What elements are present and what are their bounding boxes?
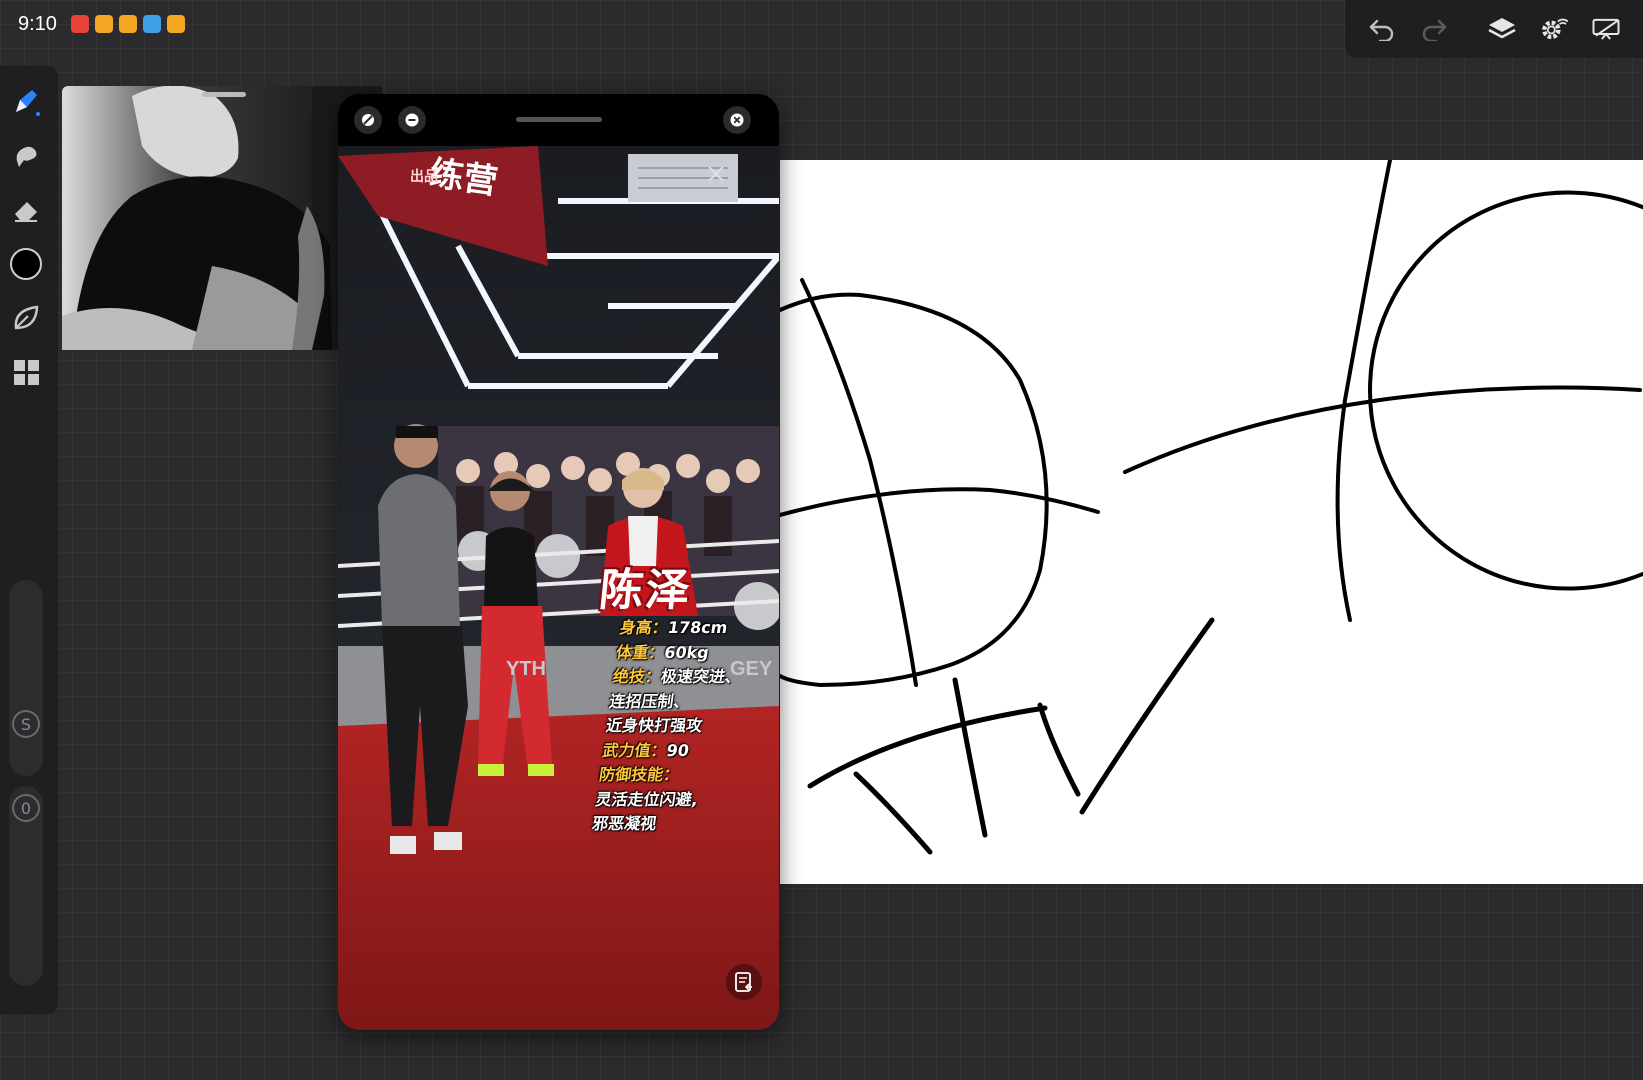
video-player[interactable]: 练营 出品 YTH GEY 陈泽 身高：178cm 体重：60kg 绝技：极速突… (338, 146, 779, 1030)
reference-drag-handle[interactable] (202, 92, 246, 97)
caption-name: 陈泽 (596, 565, 695, 616)
weibo-icon (166, 15, 185, 33)
opacity-knob[interactable]: 0 (12, 794, 40, 822)
caption-line: 身高：178cm (618, 618, 729, 637)
close-icon[interactable] (723, 106, 751, 134)
status-bar: 9:10 (18, 10, 185, 38)
caption-line: 连招压制、 (608, 691, 691, 711)
floating-video-window[interactable]: 练营 出品 YTH GEY 陈泽 身高：178cm 体重：60kg 绝技：极速突… (338, 94, 779, 1030)
brush-size-slider[interactable]: S (9, 580, 43, 776)
weibo-icon (118, 15, 137, 33)
left-toolbar: S 0 (0, 66, 58, 1014)
layers-icon[interactable] (1487, 14, 1517, 44)
settings-icon[interactable] (1539, 14, 1569, 44)
smudge-icon[interactable] (6, 136, 46, 176)
caption-line: 绝技：极速突进、 (611, 667, 743, 686)
app-notification-icon (70, 15, 89, 33)
window-drag-handle[interactable] (516, 117, 602, 122)
reference-image[interactable] (62, 86, 382, 350)
sketch-strokes (778, 158, 1643, 855)
expand-icon[interactable] (354, 106, 382, 134)
status-time: 9:10 (18, 12, 57, 35)
caption-line: 邪恶凝视 (590, 814, 658, 833)
redo-icon[interactable] (1419, 14, 1449, 44)
brush-opacity-slider[interactable]: 0 (9, 786, 43, 986)
eraser-icon[interactable] (6, 190, 46, 230)
caption-line: 武力值：90 (601, 740, 691, 760)
video-close-icon[interactable] (706, 164, 726, 184)
grid-icon[interactable] (6, 352, 46, 392)
floating-window-header[interactable] (338, 94, 779, 146)
brush-icon[interactable] (6, 82, 46, 122)
size-knob[interactable]: S (12, 710, 40, 738)
minimize-icon[interactable] (398, 106, 426, 134)
undo-icon[interactable] (1367, 14, 1397, 44)
caption-line: 防御技能： (597, 765, 681, 784)
caption-line: 灵活走位闪避, (594, 789, 700, 809)
browser-icon (142, 15, 161, 33)
backdrop-text-1: YTH (506, 658, 546, 680)
weibo-icon (94, 15, 113, 33)
note-icon[interactable] (726, 964, 762, 1000)
caption-line: 体重：60kg (615, 642, 711, 662)
top-toolbar (1345, 0, 1643, 58)
leaf-icon[interactable] (6, 298, 46, 338)
banner-small-text: 出品 (410, 168, 438, 184)
caption-line: 近身快打强攻 (604, 716, 704, 735)
banner-text: 练营 (427, 154, 500, 202)
color-picker[interactable] (6, 244, 46, 284)
drawing-canvas[interactable] (778, 158, 1643, 884)
display-icon[interactable] (1591, 14, 1621, 44)
